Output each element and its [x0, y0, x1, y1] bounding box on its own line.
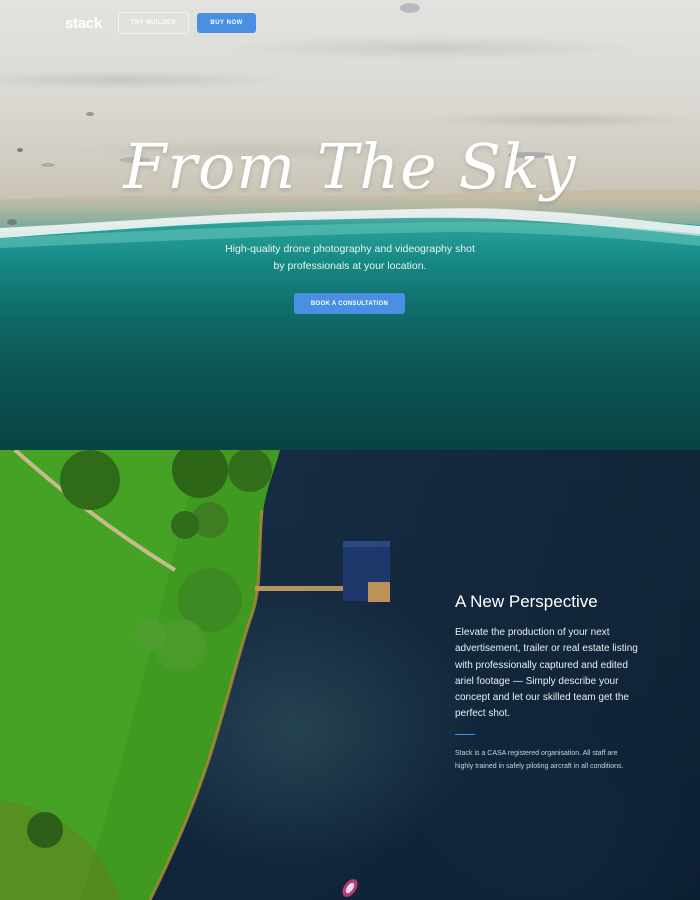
book-consultation-button[interactable]: BOOK A CONSULTATION [294, 293, 405, 314]
hero-title: From The Sky [123, 130, 577, 203]
hero-section: stack TRY BUILDER BUY NOW From The Sky H… [0, 0, 700, 450]
top-nav: stack TRY BUILDER BUY NOW [65, 12, 256, 34]
section-title: A New Perspective [455, 592, 598, 611]
logo[interactable]: stack [65, 15, 102, 32]
section-note: Stack is a CASA registered organisation.… [455, 750, 624, 770]
section-body: Elevate the production of your next adve… [455, 627, 638, 720]
perspective-section: A New Perspective Elevate the production… [0, 450, 700, 900]
hero-overlay [0, 0, 700, 450]
try-builder-button[interactable]: TRY BUILDER [117, 12, 190, 34]
buy-now-button[interactable]: BUY NOW [197, 13, 256, 33]
hero-subtitle: High-quality drone photography and video… [225, 243, 475, 272]
divider [455, 734, 475, 735]
